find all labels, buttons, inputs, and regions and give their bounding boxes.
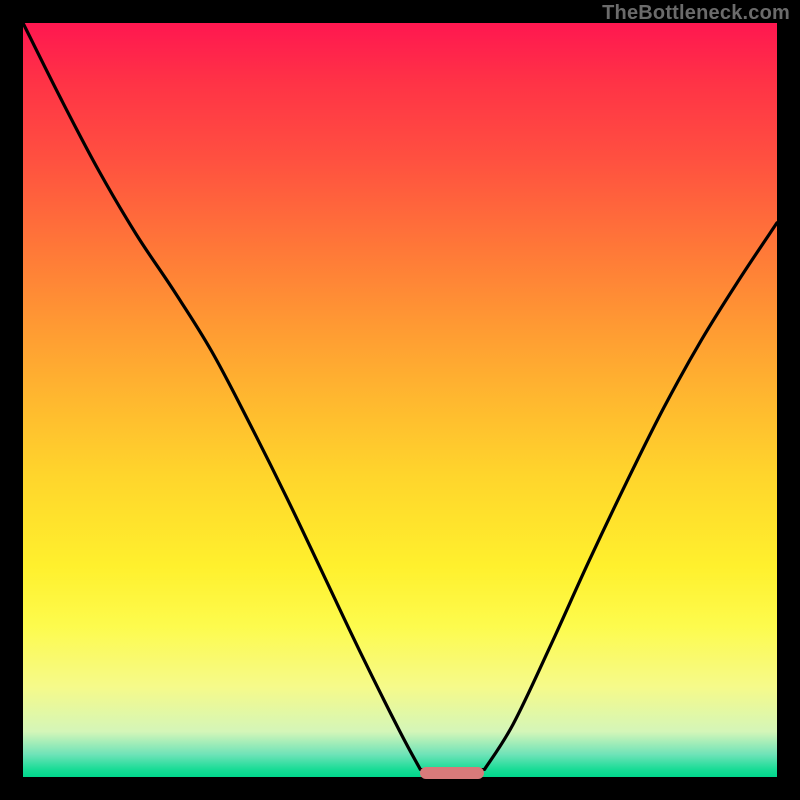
chart-frame: TheBottleneck.com xyxy=(0,0,800,800)
bottleneck-curve xyxy=(23,23,777,770)
bottleneck-curve-svg xyxy=(23,23,777,777)
optimal-range-marker xyxy=(420,767,484,779)
plot-area xyxy=(23,23,777,777)
watermark-text: TheBottleneck.com xyxy=(602,2,790,25)
